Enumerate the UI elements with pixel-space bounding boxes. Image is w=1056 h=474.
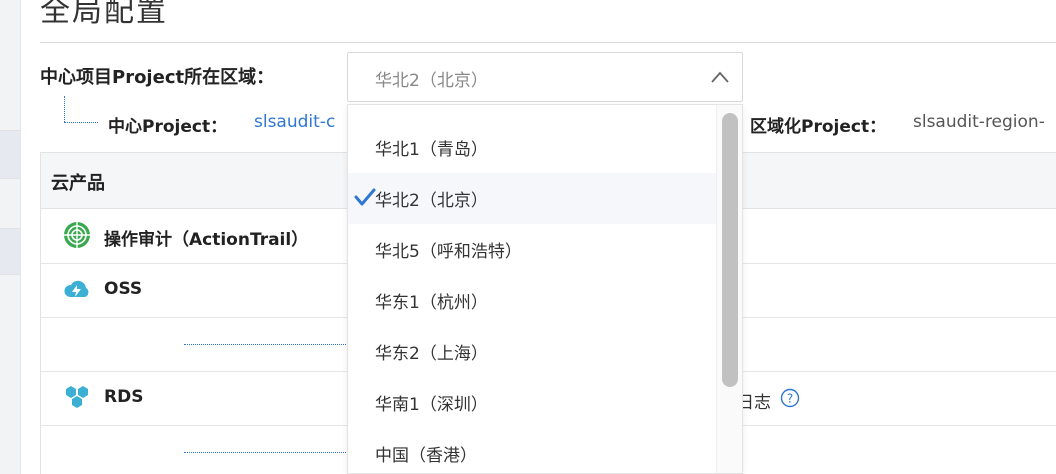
sub-item-connector xyxy=(184,344,346,345)
center-project-link[interactable]: slsaudit-c xyxy=(254,112,346,132)
regional-project-value: slsaudit-region- xyxy=(913,112,1045,132)
title-divider xyxy=(40,42,1056,43)
help-icon[interactable]: ? xyxy=(780,388,800,408)
option-label: 华东1（杭州） xyxy=(375,293,488,313)
regional-project-label: 区域化Project： xyxy=(750,117,887,137)
chevron-up-icon[interactable] xyxy=(710,69,730,85)
sidebar-item-highlight[interactable] xyxy=(0,130,20,178)
dropdown-scrollbar-thumb[interactable] xyxy=(722,113,738,387)
dropdown-option[interactable]: 华北5（呼和浩特） xyxy=(348,224,716,275)
option-label: 华南1（深圳） xyxy=(375,395,488,415)
option-label: 华东2（上海） xyxy=(375,344,488,364)
product-name-rds: RDS xyxy=(104,387,144,407)
tree-connector xyxy=(64,96,65,122)
sub-item-connector xyxy=(184,452,346,453)
svg-text:?: ? xyxy=(787,392,793,406)
column-header-product: 云产品 xyxy=(51,173,105,194)
option-label: 华北2（北京） xyxy=(375,191,488,211)
dropdown-option[interactable]: 华南1（深圳） xyxy=(348,377,716,428)
dropdown-option[interactable]: 华东1（杭州） xyxy=(348,275,716,326)
sidebar-divider xyxy=(0,130,20,131)
rds-hexagon-icon xyxy=(66,386,88,408)
option-label: 华北1（青岛） xyxy=(375,140,488,160)
dropdown-option[interactable]: 中国（香港） xyxy=(348,428,716,473)
center-project-label: 中心Project： xyxy=(108,117,228,137)
sidebar-divider xyxy=(0,274,20,275)
region-select-value: 华北2（北京） xyxy=(375,71,488,91)
product-name-actiontrail: 操作审计（ActionTrail） xyxy=(104,230,309,250)
actiontrail-radar-icon xyxy=(64,222,90,248)
dropdown-option[interactable]: 华东2（上海） xyxy=(348,326,716,377)
dropdown-option[interactable]: 华北1（青岛） xyxy=(348,122,716,173)
tree-connector xyxy=(64,122,98,123)
product-name-oss: OSS xyxy=(104,279,143,299)
region-dropdown-menu: 华北1（青岛） 华北2（北京） 华北5（呼和浩特） 华东1（杭州） 华东2（上海… xyxy=(347,104,743,474)
option-label: 华北5（呼和浩特） xyxy=(375,242,522,262)
region-label: 中心项目Project所在区域： xyxy=(40,67,275,88)
option-label: 中国（香港） xyxy=(375,446,477,466)
check-icon xyxy=(354,188,376,206)
sidebar-divider xyxy=(0,228,20,229)
sidebar-divider xyxy=(0,178,20,179)
sidebar-item-highlight[interactable] xyxy=(0,228,20,274)
region-select[interactable]: 华北2（北京） xyxy=(347,52,743,102)
page-title: 全局配置 xyxy=(40,0,168,29)
dropdown-option-selected[interactable]: 华北2（北京） xyxy=(348,173,716,224)
oss-cloud-icon xyxy=(64,280,89,297)
